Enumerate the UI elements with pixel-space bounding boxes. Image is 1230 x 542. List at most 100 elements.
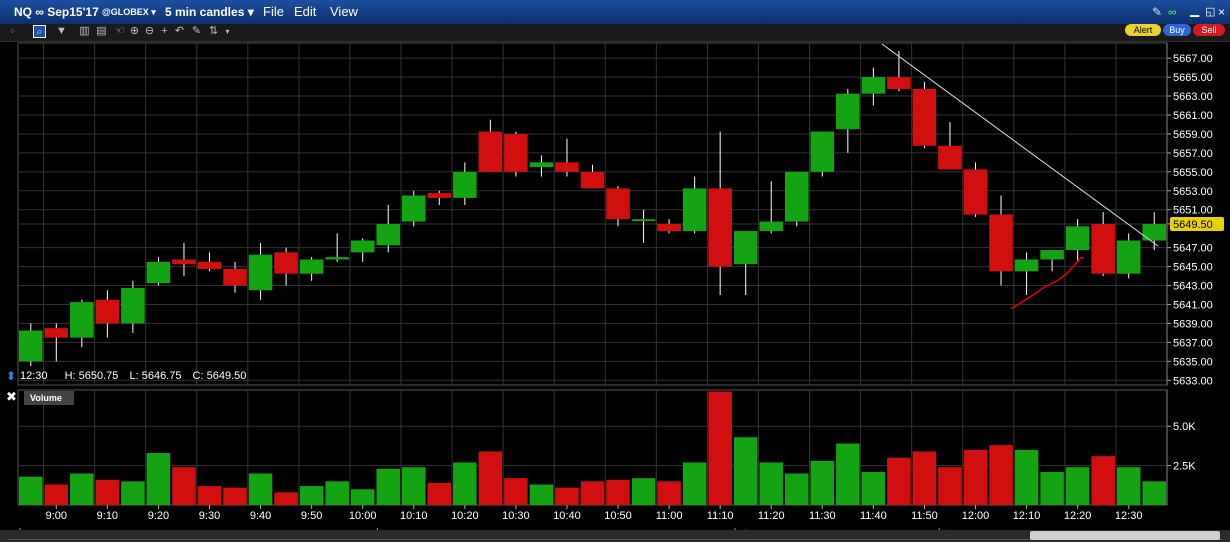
- candle-body: [887, 77, 911, 89]
- candle-body: [861, 77, 886, 94]
- candle-body: [248, 254, 273, 291]
- ohlc-high: H: 5650.75: [64, 370, 119, 382]
- volume-bar: [95, 479, 120, 505]
- chart-frame: [17, 42, 1168, 506]
- volume-bar: [708, 391, 732, 505]
- time-label: 9:20: [148, 510, 169, 522]
- time-label: 11:30: [809, 510, 836, 522]
- volume-bar: [1065, 467, 1090, 505]
- close-volume-icon[interactable]: ✖: [6, 389, 17, 405]
- candle-body: [963, 169, 988, 215]
- volume-bar: [810, 460, 835, 505]
- price-tick-label: 5647.00: [1173, 243, 1213, 255]
- volume-bar: [580, 481, 605, 505]
- volume-bar: [19, 476, 43, 505]
- time-label: 10:10: [400, 510, 428, 522]
- candle-body: [223, 268, 247, 286]
- candle-body: [274, 252, 298, 274]
- price-tick-label: 5665.00: [1173, 72, 1213, 84]
- candle-body: [1014, 259, 1039, 272]
- candle-body: [19, 330, 43, 362]
- volume-bar: [657, 481, 681, 505]
- candle-body: [1065, 226, 1090, 250]
- candle-body: [325, 257, 349, 260]
- candle-body: [733, 231, 758, 265]
- time-label: 10:50: [604, 510, 632, 522]
- candle-body: [197, 261, 222, 269]
- time-label: 12:10: [1013, 510, 1041, 522]
- candle-body: [555, 162, 579, 172]
- price-tick-label: 5659.00: [1173, 129, 1213, 141]
- time-label: 9:30: [199, 510, 220, 522]
- volume-tick-label: 2.5K: [1173, 461, 1196, 473]
- time-label: 12:30: [1115, 510, 1143, 522]
- time-label: 11:40: [860, 510, 887, 522]
- price-tick-label: 5641.00: [1173, 299, 1213, 311]
- candle-body: [44, 328, 69, 338]
- price-tick-label: 5667.00: [1173, 53, 1213, 65]
- candle-body: [836, 93, 860, 130]
- price-tick-label: 5635.00: [1173, 356, 1213, 368]
- ohlc-readout: 12:30 H: 5650.75 L: 5646.75 C: 5649.50: [20, 370, 246, 382]
- volume-bar: [606, 479, 630, 505]
- price-tick-label: 5657.00: [1173, 148, 1213, 160]
- candle-body: [708, 188, 732, 267]
- candle-body: [912, 88, 937, 146]
- volume-bar: [453, 462, 477, 505]
- candle-body: [504, 133, 528, 172]
- candle-body: [938, 145, 962, 170]
- volume-bar: [785, 473, 809, 505]
- candle-body: [70, 302, 94, 338]
- time-label: 11:20: [758, 510, 785, 522]
- time-label: 10:30: [502, 510, 530, 522]
- volume-bar: [402, 467, 426, 505]
- volume-bar: [325, 481, 349, 505]
- price-chart[interactable]: 5667.00 5665.00 5663.00 5661.00 5659.00 5657.…: [0, 0, 1230, 542]
- candle-body: [146, 261, 171, 284]
- volume-bar: [172, 467, 196, 505]
- candle-body: [121, 287, 145, 324]
- volume-bar: [146, 453, 171, 505]
- candle-body: [606, 188, 630, 220]
- price-tick-label: 5653.00: [1173, 186, 1213, 198]
- time-label: 11:10: [707, 510, 734, 522]
- price-tick-label: 5633.00: [1173, 375, 1213, 387]
- candle-body: [478, 131, 503, 172]
- ohlc-low: L: 5646.75: [129, 370, 182, 382]
- ohlc-close: C: 5649.50: [192, 370, 247, 382]
- time-label: 11:00: [656, 510, 683, 522]
- time-scrollbar[interactable]: [0, 530, 1230, 542]
- candle-body: [989, 214, 1013, 272]
- volume-bar: [938, 467, 962, 505]
- price-tick-label: 5651.00: [1173, 205, 1213, 217]
- time-label: 9:10: [97, 510, 118, 522]
- volume-bar: [631, 478, 656, 505]
- candle-body: [1142, 223, 1166, 241]
- volume-bar: [963, 449, 988, 505]
- volume-bar: [529, 484, 554, 505]
- volume-bar: [44, 484, 69, 505]
- candle-body: [376, 223, 400, 246]
- price-tick-label: 5655.00: [1173, 167, 1213, 179]
- volume-bar: [274, 492, 298, 505]
- volume-bar: [1040, 471, 1064, 505]
- crosshair-marker-icon: ⬍: [6, 369, 17, 383]
- volume-bar: [887, 457, 911, 505]
- candle-body: [657, 223, 681, 232]
- candle-body: [172, 259, 196, 265]
- time-label: 10:20: [451, 510, 479, 522]
- volume-bar: [861, 471, 886, 505]
- candle-body: [810, 131, 835, 172]
- candle-body: [631, 219, 656, 222]
- volume-bar: [376, 468, 400, 505]
- volume-bar: [759, 462, 783, 505]
- volume-bar: [555, 487, 579, 505]
- candle-body: [759, 221, 783, 232]
- volume-bar: [912, 451, 937, 505]
- scroll-thumb[interactable]: [1030, 531, 1220, 540]
- volume-bar: [299, 486, 324, 505]
- candle-body: [580, 171, 605, 189]
- volume-bar: [989, 445, 1013, 505]
- volume-bar: [350, 489, 375, 505]
- candle-body: [299, 259, 324, 274]
